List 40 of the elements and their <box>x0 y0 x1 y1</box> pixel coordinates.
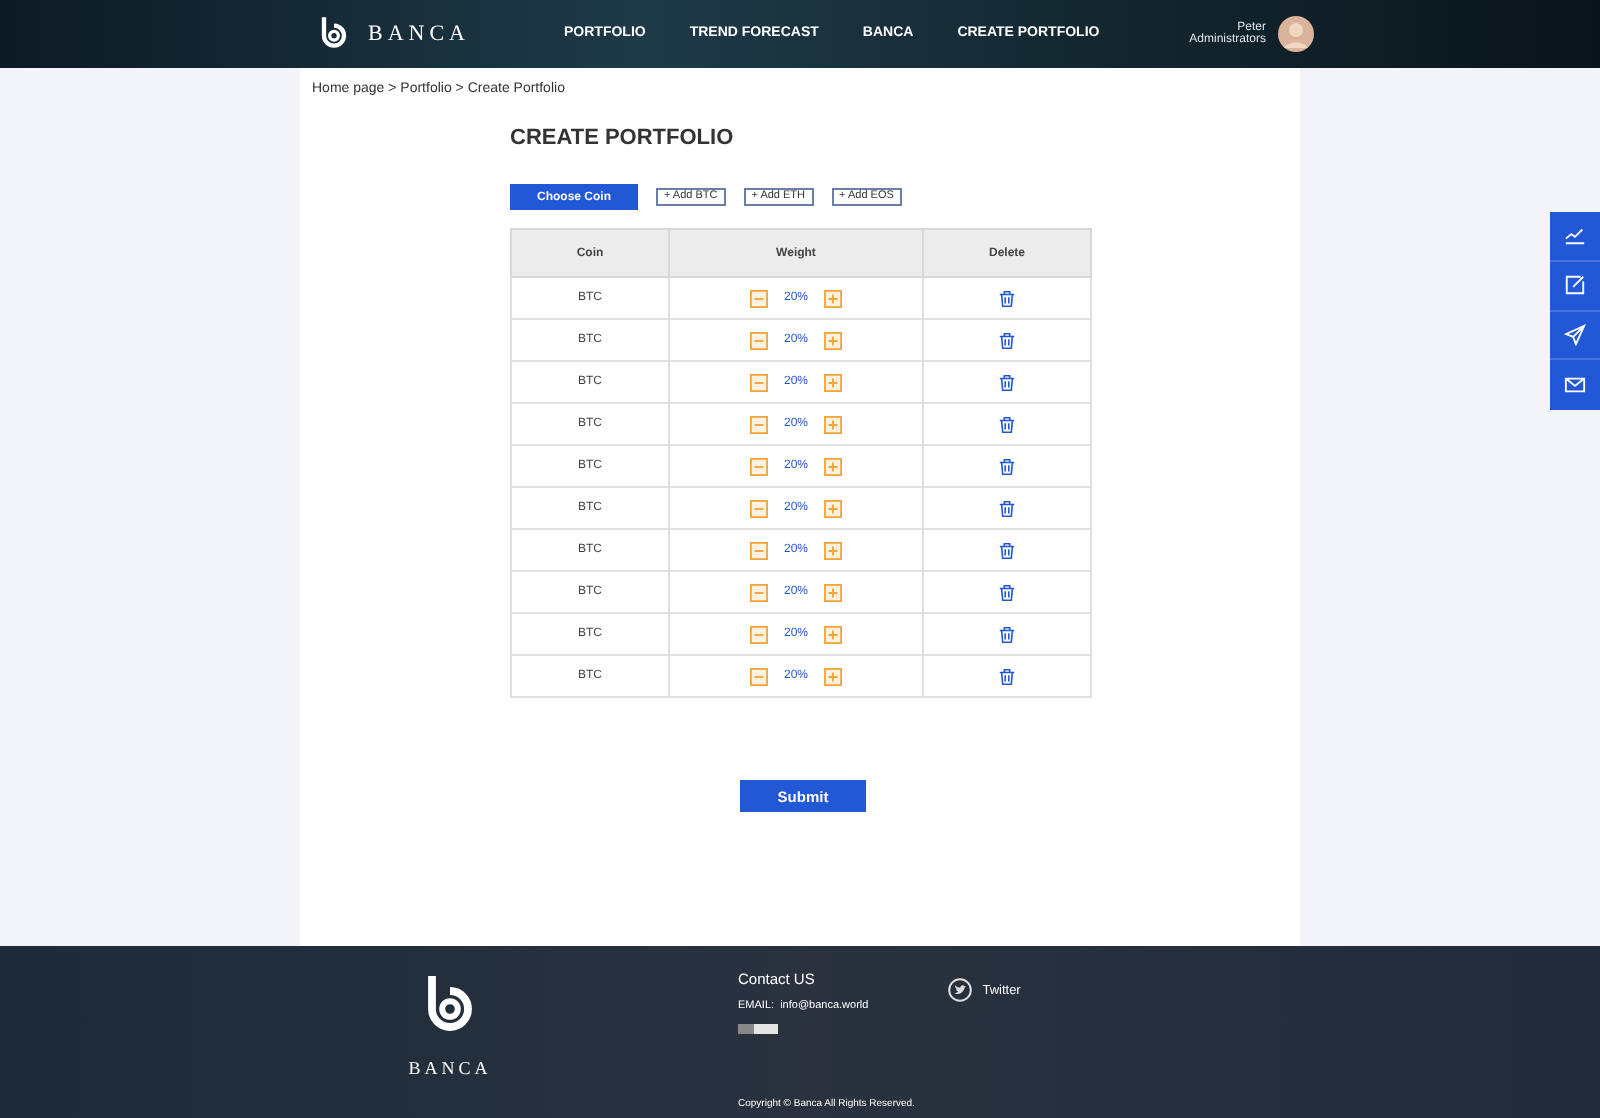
chart-icon[interactable] <box>1564 224 1586 247</box>
minus-icon[interactable] <box>749 667 768 685</box>
trash-icon[interactable] <box>998 289 1016 307</box>
mail-icon[interactable] <box>1564 374 1586 397</box>
trash-icon[interactable] <box>998 457 1016 475</box>
plus-icon[interactable] <box>824 583 842 601</box>
minus-icon[interactable] <box>749 289 768 307</box>
trash-icon[interactable] <box>998 331 1016 349</box>
minus-icon[interactable] <box>749 541 768 559</box>
plus-icon[interactable] <box>824 625 842 643</box>
minus-icon[interactable] <box>749 457 768 475</box>
trash-icon[interactable] <box>998 625 1016 643</box>
edit-icon[interactable] <box>1564 274 1586 297</box>
avatar[interactable] <box>1278 16 1314 52</box>
trash-icon[interactable] <box>998 415 1016 433</box>
minus-icon[interactable] <box>749 373 768 391</box>
plus-icon[interactable] <box>824 541 842 559</box>
badge-icon <box>738 1024 778 1034</box>
plus-icon[interactable] <box>824 415 842 433</box>
minus-icon[interactable] <box>749 583 768 601</box>
plus-icon[interactable] <box>824 373 842 391</box>
minus-icon[interactable] <box>749 625 768 643</box>
minus-icon[interactable] <box>749 499 768 517</box>
plus-icon[interactable] <box>824 331 842 349</box>
logo-text: BANCA <box>368 22 471 46</box>
trash-icon[interactable] <box>998 541 1016 559</box>
minus-icon[interactable] <box>749 415 768 433</box>
twitter-icon[interactable] <box>948 978 973 1002</box>
minus-icon[interactable] <box>749 331 768 349</box>
plus-icon[interactable] <box>824 667 842 685</box>
logo-text: BANCA <box>408 1058 492 1078</box>
trash-icon[interactable] <box>998 499 1016 517</box>
send-icon[interactable] <box>1564 323 1586 346</box>
trash-icon[interactable] <box>998 373 1016 391</box>
plus-icon[interactable] <box>824 457 842 475</box>
plus-icon[interactable] <box>824 289 842 307</box>
trash-icon[interactable] <box>998 583 1016 601</box>
trash-icon[interactable] <box>998 667 1016 685</box>
plus-icon[interactable] <box>824 499 842 517</box>
page-title: CREATE PORTFOLIO <box>510 126 736 150</box>
